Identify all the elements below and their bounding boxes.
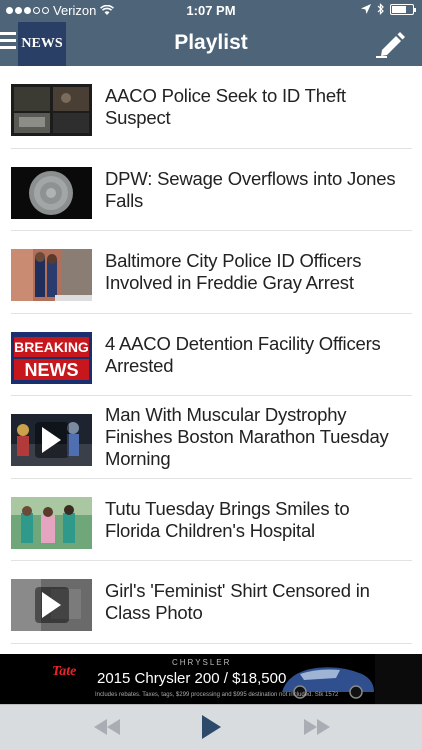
playlist-item[interactable]: Girl's 'Feminist' Shirt Censored in Clas… xyxy=(0,561,422,644)
play-icon[interactable] xyxy=(200,714,222,740)
video-thumbnail[interactable] xyxy=(11,84,92,136)
player-controls xyxy=(0,704,422,750)
edit-pencil-icon[interactable] xyxy=(374,30,406,58)
playlist-item-title: Man With Muscular Dystrophy Finishes Bos… xyxy=(105,404,389,469)
video-thumbnail[interactable] xyxy=(11,166,92,219)
svg-text:NEWS: NEWS xyxy=(25,360,79,380)
playlist-item-title: DPW: Sewage Overflows into Jones Falls xyxy=(105,167,396,211)
playlist-item-title: Baltimore City Police ID Officers Involv… xyxy=(105,250,362,293)
video-thumbnail[interactable] xyxy=(11,414,92,466)
fast-forward-icon[interactable] xyxy=(302,717,332,737)
battery-level xyxy=(392,5,406,13)
playlist-item[interactable]: Baltimore City Police ID Officers Involv… xyxy=(0,231,422,314)
ad-banner[interactable]: Tate CHRYSLER 2015 Chrysler 200 / $18,50… xyxy=(0,654,422,704)
playlist-item[interactable]: Tutu Tuesday Brings Smiles to Florida Ch… xyxy=(0,479,422,562)
playlist-item-title: 4 AACO Detention Facility Officers Arres… xyxy=(105,332,381,376)
rewind-icon[interactable] xyxy=(92,717,122,737)
battery-icon xyxy=(390,3,416,15)
nav-bar: NEWS Playlist xyxy=(0,22,422,66)
svg-text:BREAKING: BREAKING xyxy=(14,339,89,355)
play-overlay-icon[interactable] xyxy=(35,422,69,458)
page-title: Playlist xyxy=(174,31,248,54)
app-header: Verizon 1:07 PM NEWS Playlist xyxy=(0,0,422,66)
ad-fine-print: Includes rebates. Taxes, tags, $299 proc… xyxy=(95,692,339,698)
video-thumbnail[interactable] xyxy=(11,496,92,549)
playlist-item[interactable]: BREAKING NEWS 4 AACO Detention Facility O… xyxy=(0,314,422,397)
playlist-item-title: AACO Police Seek to ID Theft Suspect xyxy=(105,85,346,128)
playlist-item[interactable]: AACO Police Seek to ID Theft Suspect xyxy=(0,66,422,149)
status-right xyxy=(361,3,416,15)
playlist: AACO Police Seek to ID Theft Suspect DPW… xyxy=(0,66,422,644)
status-bar: Verizon 1:07 PM xyxy=(0,0,422,22)
video-thumbnail[interactable] xyxy=(11,579,92,631)
ad-headline: 2015 Chrysler 200 / $18,500 xyxy=(97,670,287,687)
playlist-item-title: Tutu Tuesday Brings Smiles to Florida Ch… xyxy=(105,497,350,541)
playlist-item[interactable]: Man With Muscular Dystrophy Finishes Bos… xyxy=(0,396,422,479)
video-thumbnail[interactable] xyxy=(11,249,92,301)
ad-dealer-logo: Tate xyxy=(52,664,77,679)
playlist-item[interactable]: DPW: Sewage Overflows into Jones Falls xyxy=(0,149,422,232)
play-overlay-icon[interactable] xyxy=(35,587,69,623)
ad-brand: CHRYSLER xyxy=(172,658,232,667)
video-thumbnail[interactable]: BREAKING NEWS xyxy=(11,331,92,384)
playlist-item-title: Girl's 'Feminist' Shirt Censored in Clas… xyxy=(105,580,370,623)
status-time: 1:07 PM xyxy=(186,3,236,18)
location-arrow-icon xyxy=(361,4,371,14)
bluetooth-icon xyxy=(377,3,384,15)
